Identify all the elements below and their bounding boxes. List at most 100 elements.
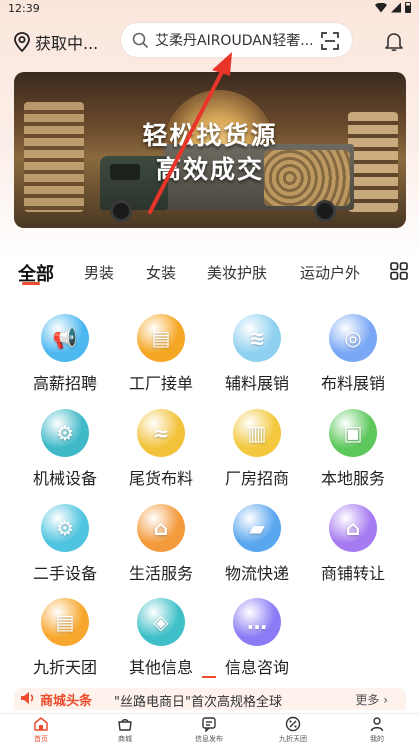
tab-menswear[interactable]: 男装 bbox=[84, 262, 114, 283]
icon-glyph: ▰ bbox=[249, 516, 265, 540]
category-label: 其他信息 bbox=[128, 658, 193, 677]
category-label: 辅料展销 bbox=[224, 374, 289, 393]
category-item[interactable]: ⚙ 二手设备 bbox=[20, 504, 110, 584]
tab-sports-outdoor[interactable]: 运动户外 bbox=[300, 262, 360, 283]
speaker-icon bbox=[21, 692, 34, 704]
tab-beauty[interactable]: 美妆护肤 bbox=[207, 262, 267, 283]
nav-profile[interactable]: 我的 bbox=[347, 716, 407, 744]
location-selector[interactable]: 获取中... bbox=[12, 30, 98, 54]
promo-banner[interactable]: 轻松找货源 高效成交 bbox=[14, 72, 406, 228]
category-item[interactable]: ▥ 厂房招商 bbox=[212, 409, 302, 489]
banner-wheel bbox=[314, 200, 336, 222]
battery-icon bbox=[405, 2, 411, 13]
category-label: 高薪招聘 bbox=[32, 374, 97, 393]
coupon-icon: ▤ bbox=[41, 598, 89, 646]
category-item[interactable]: ▤ 九折天团 bbox=[20, 598, 110, 678]
icon-glyph: ⚙ bbox=[56, 516, 74, 540]
news-tag: 商城头条 bbox=[40, 694, 93, 709]
nav-label: 信息发布 bbox=[195, 735, 223, 743]
shop-icon: ⌂ bbox=[137, 504, 185, 552]
category-label: 信息咨询 bbox=[224, 658, 289, 677]
grid-menu-icon[interactable] bbox=[390, 262, 408, 280]
category-label: 机械设备 bbox=[32, 469, 97, 488]
banner-title-line1: 轻松找货源 bbox=[142, 121, 278, 150]
category-item[interactable]: ⚙ 机械设备 bbox=[20, 409, 110, 489]
tab-womenswear[interactable]: 女装 bbox=[146, 262, 176, 283]
nav-label: 我的 bbox=[370, 735, 384, 743]
home-icon bbox=[34, 717, 48, 731]
icon-glyph: ◈ bbox=[153, 610, 169, 634]
icon-glyph: ≋ bbox=[248, 326, 266, 350]
category-item[interactable]: ▤ 工厂接单 bbox=[116, 314, 206, 394]
wifi-icon bbox=[375, 2, 387, 13]
fabric-wave-icon: ≈ bbox=[137, 409, 185, 457]
category-item[interactable]: ◎ 布料展销 bbox=[308, 314, 398, 394]
search-placeholder: 艾柔丹AIROUDAN轻奢... bbox=[155, 33, 314, 49]
status-icons bbox=[375, 2, 411, 13]
status-bar: 12:39 bbox=[0, 0, 419, 18]
megaphone-icon: 📢 bbox=[41, 314, 89, 362]
truck-icon: ▰ bbox=[233, 504, 281, 552]
icon-glyph: ⌂ bbox=[153, 516, 169, 540]
category-item[interactable]: … 信息咨询 bbox=[212, 598, 302, 678]
gear-machine-icon: ⚙ bbox=[41, 409, 89, 457]
search-bar[interactable]: 艾柔丹AIROUDAN轻奢... bbox=[120, 22, 353, 58]
nav-discount[interactable]: 九折天团 bbox=[263, 716, 323, 744]
icon-glyph: ⚙ bbox=[56, 421, 74, 445]
chat-icon: … bbox=[233, 598, 281, 646]
icon-glyph: ▤ bbox=[55, 610, 75, 634]
document-icon: ▤ bbox=[137, 314, 185, 362]
icon-glyph: 📢 bbox=[52, 326, 78, 350]
news-headline[interactable]: "丝路电商日"首次高规格全球 bbox=[114, 691, 344, 710]
red-dash-mark bbox=[202, 676, 216, 678]
news-more-link[interactable]: 更多 › bbox=[355, 691, 388, 708]
factory-icon: ▥ bbox=[233, 409, 281, 457]
icon-glyph: ▤ bbox=[151, 326, 171, 350]
category-item[interactable]: ▰ 物流快递 bbox=[212, 504, 302, 584]
category-item[interactable]: ≈ 尾货布料 bbox=[116, 409, 206, 489]
nav-label: 商城 bbox=[118, 735, 132, 743]
search-icon bbox=[132, 32, 148, 48]
category-label: 商铺转让 bbox=[320, 564, 385, 583]
nav-mall[interactable]: 商城 bbox=[95, 716, 155, 744]
icon-glyph: ≈ bbox=[152, 421, 170, 445]
category-item[interactable]: 📢 高薪招聘 bbox=[20, 314, 110, 394]
category-item[interactable]: ▣ 本地服务 bbox=[308, 409, 398, 489]
active-tab-indicator bbox=[22, 282, 40, 285]
category-item[interactable]: ◈ 其他信息 bbox=[116, 598, 206, 678]
nav-label: 首页 bbox=[34, 735, 48, 743]
category-item[interactable]: ≋ 辅料展销 bbox=[212, 314, 302, 394]
category-tabs: 全部 男装 女装 美妆护肤 运动户外 bbox=[0, 252, 419, 292]
other-info-icon: ◈ bbox=[137, 598, 185, 646]
scan-icon[interactable] bbox=[320, 31, 340, 51]
icon-glyph: … bbox=[247, 610, 267, 634]
icon-glyph: ⌂ bbox=[345, 516, 361, 540]
shop-bag-icon bbox=[118, 719, 132, 731]
fabric-layers-icon: ≋ bbox=[233, 314, 281, 362]
banner-title-line2: 高效成交 bbox=[155, 155, 264, 184]
category-item[interactable]: ⌂ 生活服务 bbox=[116, 504, 206, 584]
category-label: 九折天团 bbox=[32, 658, 97, 677]
icon-glyph: ◎ bbox=[344, 326, 362, 350]
category-label: 物流快递 bbox=[224, 564, 289, 583]
user-icon bbox=[370, 717, 384, 732]
bottom-nav: 首页 商城 信息发布 九折天团 我的 bbox=[0, 713, 419, 746]
news-ticker[interactable]: 商城头条 "丝路电商日"首次高规格全球 更多 › bbox=[14, 688, 406, 710]
store-icon: ⌂ bbox=[329, 504, 377, 552]
status-time: 12:39 bbox=[8, 2, 40, 15]
banner-wheel bbox=[110, 200, 132, 222]
category-item[interactable]: ⌂ 商铺转让 bbox=[308, 504, 398, 584]
nav-home[interactable]: 首页 bbox=[11, 716, 71, 744]
nav-label: 九折天团 bbox=[279, 735, 307, 743]
location-label: 获取中... bbox=[35, 34, 99, 53]
computer-service-icon: ▣ bbox=[329, 409, 377, 457]
category-label: 布料展销 bbox=[320, 374, 385, 393]
header: 获取中... 艾柔丹AIROUDAN轻奢... bbox=[0, 22, 419, 62]
nav-publish[interactable]: 信息发布 bbox=[179, 716, 239, 744]
location-pin-icon bbox=[14, 32, 30, 53]
category-label: 生活服务 bbox=[128, 564, 193, 583]
discount-icon bbox=[285, 716, 301, 732]
category-label: 尾货布料 bbox=[128, 469, 193, 488]
bell-icon[interactable] bbox=[383, 30, 405, 52]
icon-glyph: ▣ bbox=[343, 421, 363, 445]
